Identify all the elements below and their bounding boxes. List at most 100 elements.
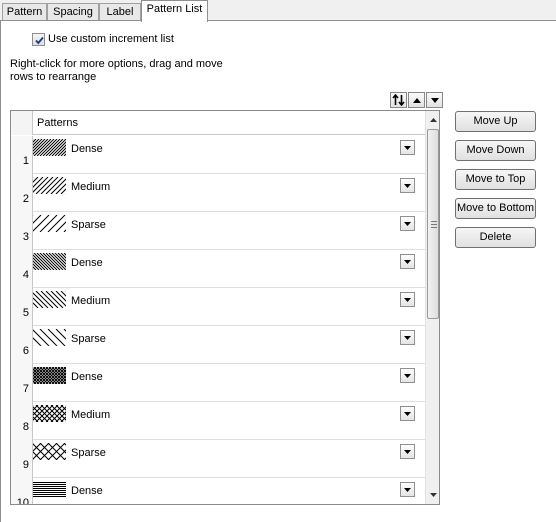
pattern-grid[interactable]: Patterns 1 Dense 2 Medium 3 Sparse 4 Dense 5 Medi… bbox=[10, 110, 440, 505]
pattern-name: Sparse bbox=[71, 333, 106, 345]
pattern-cell[interactable]: Dense bbox=[33, 478, 425, 504]
table-row[interactable]: 10 Dense bbox=[11, 478, 425, 504]
tab-label: Pattern bbox=[6, 6, 43, 18]
pattern-dropdown-button[interactable] bbox=[400, 406, 415, 421]
chevron-down-icon bbox=[404, 373, 411, 378]
sort-toggle-button[interactable] bbox=[390, 92, 407, 108]
arrow-up-icon bbox=[412, 97, 421, 103]
tab-pattern-list[interactable]: Pattern List bbox=[141, 0, 208, 22]
pattern-dropdown-button[interactable] bbox=[400, 368, 415, 383]
custom-increment-label: Use custom increment list bbox=[48, 33, 174, 45]
chevron-down-icon bbox=[404, 221, 411, 226]
arrow-down-icon bbox=[430, 493, 437, 497]
pattern-cell[interactable]: Dense bbox=[15, 136, 425, 174]
chevron-down-icon bbox=[404, 487, 411, 492]
custom-increment-checkbox[interactable] bbox=[32, 33, 45, 46]
move-to-top-button[interactable]: Move to Top bbox=[455, 169, 536, 190]
grid-scrollbar[interactable] bbox=[425, 111, 439, 504]
pattern-name: Dense bbox=[71, 143, 103, 155]
arrow-up-icon bbox=[430, 118, 437, 122]
pattern-swatch-icon bbox=[15, 176, 99, 195]
pattern-swatch-icon bbox=[15, 404, 99, 423]
pattern-swatch-icon bbox=[15, 442, 98, 461]
pattern-dropdown-button[interactable] bbox=[400, 292, 415, 307]
pattern-dropdown-button[interactable] bbox=[400, 444, 415, 459]
move-up-button[interactable]: Move Up bbox=[455, 111, 536, 132]
table-row[interactable]: 5 Medium bbox=[11, 288, 425, 326]
pattern-swatch-icon bbox=[15, 214, 98, 233]
pattern-cell[interactable]: Medium bbox=[15, 288, 425, 326]
move-row-up-button[interactable] bbox=[408, 92, 425, 108]
row-number[interactable]: 2 bbox=[11, 174, 33, 212]
row-number[interactable]: 6 bbox=[11, 326, 33, 364]
move-to-bottom-button[interactable]: Move to Bottom bbox=[455, 198, 536, 219]
pattern-cell[interactable]: Sparse bbox=[15, 326, 425, 364]
pattern-swatch-icon bbox=[15, 138, 100, 157]
pattern-swatch-icon bbox=[15, 366, 100, 385]
pattern-dropdown-button[interactable] bbox=[400, 482, 415, 497]
pattern-cell[interactable]: Medium bbox=[15, 174, 425, 212]
tab-pattern[interactable]: Pattern bbox=[2, 3, 47, 21]
pattern-cell[interactable]: Dense bbox=[15, 364, 425, 402]
table-row[interactable]: 7 Dense bbox=[11, 364, 425, 402]
scroll-up-arrow[interactable] bbox=[426, 112, 439, 128]
chevron-down-icon bbox=[404, 411, 411, 416]
table-row[interactable]: 1 Dense bbox=[11, 136, 425, 174]
pattern-dropdown-button[interactable] bbox=[400, 216, 415, 231]
pattern-swatch-icon bbox=[15, 290, 99, 309]
table-row[interactable]: 4 Dense bbox=[11, 250, 425, 288]
tab-label: Label bbox=[106, 6, 134, 18]
table-row[interactable]: 2 Medium bbox=[11, 174, 425, 212]
scroll-down-arrow[interactable] bbox=[426, 487, 439, 503]
pattern-name: Dense bbox=[71, 257, 103, 269]
table-row[interactable]: 8 Medium bbox=[11, 402, 425, 440]
table-row[interactable]: 9 Sparse bbox=[11, 440, 425, 478]
table-row[interactable]: 3 Sparse bbox=[11, 212, 425, 250]
tab-label: Spacing bbox=[53, 6, 93, 18]
tab-label: Pattern List bbox=[146, 3, 203, 15]
row-number[interactable]: 4 bbox=[11, 250, 33, 288]
pattern-name: Dense bbox=[71, 485, 103, 497]
tab-spacing[interactable]: Spacing bbox=[47, 3, 99, 21]
tab-strip: Pattern Spacing Label Pattern List bbox=[0, 0, 556, 22]
pattern-cell[interactable]: Dense bbox=[15, 250, 425, 288]
row-number[interactable]: 7 bbox=[11, 364, 33, 402]
pattern-dropdown-button[interactable] bbox=[400, 254, 415, 269]
pattern-swatch-icon bbox=[15, 252, 100, 271]
pattern-cell[interactable]: Sparse bbox=[15, 440, 425, 478]
column-header-patterns[interactable]: Patterns bbox=[33, 111, 425, 134]
chevron-down-icon bbox=[404, 145, 411, 150]
checkmark-icon bbox=[35, 36, 44, 45]
pattern-cell[interactable]: Medium bbox=[15, 402, 425, 440]
chevron-down-icon bbox=[404, 297, 411, 302]
move-row-down-button[interactable] bbox=[426, 92, 443, 108]
row-number[interactable]: 8 bbox=[11, 402, 33, 440]
custom-increment-option[interactable]: Use custom increment list bbox=[32, 33, 174, 46]
arrow-down-icon bbox=[430, 97, 439, 103]
move-down-button[interactable]: Move Down bbox=[455, 140, 536, 161]
chevron-down-icon bbox=[404, 183, 411, 188]
delete-button[interactable]: Delete bbox=[455, 227, 536, 248]
pattern-swatch-icon bbox=[15, 328, 98, 347]
row-number[interactable]: 5 bbox=[11, 288, 33, 326]
pattern-swatch-icon bbox=[33, 481, 66, 498]
row-number[interactable]: 9 bbox=[11, 440, 33, 478]
tab-label-settings[interactable]: Label bbox=[99, 3, 141, 21]
row-number[interactable]: 3 bbox=[11, 212, 33, 250]
pattern-dropdown-button[interactable] bbox=[400, 178, 415, 193]
chevron-down-icon bbox=[404, 335, 411, 340]
pattern-dropdown-button[interactable] bbox=[400, 330, 415, 345]
row-number[interactable]: 10 bbox=[11, 478, 33, 504]
grid-rows: 1 Dense 2 Medium 3 Sparse 4 Dense 5 Medium 6 Sparse… bbox=[11, 136, 425, 504]
row-number[interactable]: 1 bbox=[11, 136, 33, 174]
table-row[interactable]: 6 Sparse bbox=[11, 326, 425, 364]
pattern-name: Medium bbox=[71, 409, 111, 421]
pattern-name: Medium bbox=[71, 181, 111, 193]
pattern-dropdown-button[interactable] bbox=[400, 140, 415, 155]
pattern-name: Sparse bbox=[71, 219, 106, 231]
help-text: Right-click for more options, drag and m… bbox=[10, 58, 223, 83]
pattern-name: Medium bbox=[71, 295, 111, 307]
pattern-cell[interactable]: Sparse bbox=[15, 212, 425, 250]
grid-corner[interactable] bbox=[11, 111, 33, 135]
scroll-thumb[interactable] bbox=[427, 129, 439, 319]
